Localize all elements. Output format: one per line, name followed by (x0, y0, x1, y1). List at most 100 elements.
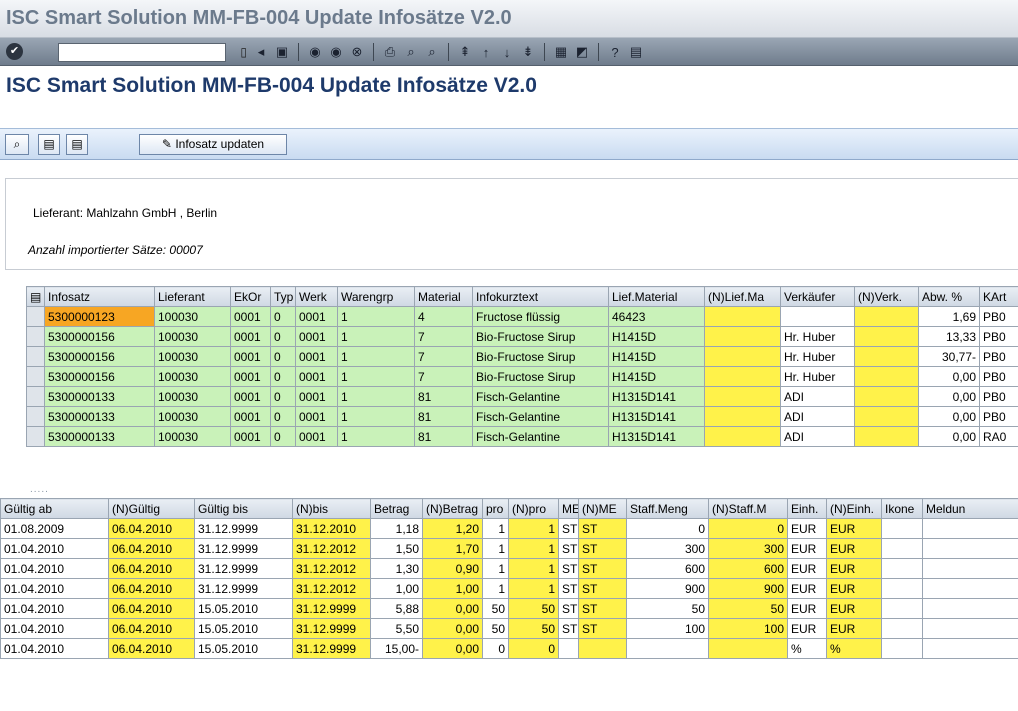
table-row[interactable]: 5300000156 100030 0001 0 0001 1 7 Bio-Fr… (26, 366, 1018, 387)
table-cell[interactable]: 1 (482, 558, 509, 579)
table-cell[interactable]: 13,33 (918, 326, 980, 347)
column-header[interactable]: (N)Lief.Ma (704, 286, 781, 307)
table-cell[interactable]: % (826, 638, 882, 659)
table-cell[interactable] (854, 406, 919, 427)
column-header[interactable]: Warengrp (337, 286, 415, 307)
table-cell[interactable]: 50 (626, 598, 709, 619)
table-cell[interactable]: 1 (337, 426, 415, 447)
table-cell[interactable]: 1,20 (422, 518, 483, 539)
table-cell[interactable]: 0001 (230, 366, 271, 387)
table-cell[interactable]: 01.04.2010 (0, 618, 109, 639)
table-cell[interactable] (708, 638, 788, 659)
table-cell[interactable]: 06.04.2010 (108, 558, 195, 579)
column-header[interactable]: (N)Staff.M (708, 498, 788, 519)
table-cell[interactable] (704, 306, 781, 327)
table-cell[interactable]: EUR (787, 538, 827, 559)
table-cell[interactable] (922, 638, 1018, 659)
table-cell[interactable]: 31.12.9999 (292, 618, 371, 639)
previous-page-icon[interactable]: ↑ (477, 43, 495, 61)
table-cell[interactable]: 5300000133 (44, 406, 155, 427)
table-row[interactable]: 5300000133 100030 0001 0 0001 1 81 Fisch… (26, 406, 1018, 427)
table-cell[interactable] (881, 538, 923, 559)
table-cell[interactable]: Hr. Huber (780, 366, 855, 387)
table-cell[interactable]: 5300000156 (44, 346, 155, 367)
find-next-icon[interactable]: ⌕ (423, 43, 441, 61)
table-cell[interactable]: ST (578, 518, 627, 539)
table-cell[interactable]: 1 (482, 518, 509, 539)
table-cell[interactable]: 0,00 (422, 638, 483, 659)
row-selector[interactable] (26, 326, 45, 347)
table-cell[interactable]: 100030 (154, 386, 231, 407)
table-cell[interactable]: 01.04.2010 (0, 538, 109, 559)
table-cell[interactable]: 900 (708, 578, 788, 599)
table-cell[interactable]: Bio-Fructose Sirup (472, 366, 609, 387)
column-header[interactable]: (N)Gültig (108, 498, 195, 519)
layout-menu-icon[interactable]: ▤ (627, 43, 645, 61)
table-cell[interactable]: 0001 (295, 406, 338, 427)
table-cell[interactable]: 100030 (154, 326, 231, 347)
shortcut-icon[interactable]: ◩ (573, 43, 591, 61)
table-cell[interactable]: 15.05.2010 (194, 638, 293, 659)
table-cell[interactable]: 0001 (295, 326, 338, 347)
table-cell[interactable]: Fructose flüssig (472, 306, 609, 327)
table-cell[interactable]: 0,00 (422, 598, 483, 619)
next-page-icon[interactable]: ↓ (498, 43, 516, 61)
table-cell[interactable] (704, 346, 781, 367)
table-cell[interactable]: 01.04.2010 (0, 638, 109, 659)
table-cell[interactable]: 31.12.9999 (292, 598, 371, 619)
table-cell[interactable]: 1 (508, 518, 559, 539)
table-cell[interactable]: 0001 (230, 426, 271, 447)
table-cell[interactable] (578, 638, 627, 659)
column-header[interactable]: Werk (295, 286, 338, 307)
column-header[interactable]: Material (414, 286, 473, 307)
update-infosatz-button[interactable]: ✎ Infosatz updaten (139, 134, 287, 155)
column-header[interactable]: EkOr (230, 286, 271, 307)
table-cell[interactable]: 0 (270, 386, 296, 407)
table-cell[interactable]: 01.04.2010 (0, 558, 109, 579)
table-cell[interactable]: PB0 (979, 326, 1018, 347)
table-cell[interactable]: 31.12.2012 (292, 558, 371, 579)
table-cell[interactable]: 0001 (295, 346, 338, 367)
table-cell[interactable]: 300 (708, 538, 788, 559)
table-cell[interactable]: 06.04.2010 (108, 538, 195, 559)
table-cell[interactable] (922, 618, 1018, 639)
table-cell[interactable]: H1415D (608, 326, 705, 347)
table-cell[interactable] (854, 386, 919, 407)
table-cell[interactable]: 31.12.9999 (194, 518, 293, 539)
column-header[interactable]: Lief.Material (608, 286, 705, 307)
print-icon[interactable]: ⎙ (381, 43, 399, 61)
table-cell[interactable]: 0 (270, 326, 296, 347)
table-cell[interactable]: 06.04.2010 (108, 518, 195, 539)
table-cell[interactable]: 1,00 (422, 578, 483, 599)
table-row[interactable]: 01.04.2010 06.04.2010 15.05.2010 31.12.9999… (0, 618, 1018, 639)
table-cell[interactable]: 0 (708, 518, 788, 539)
table-cell[interactable]: 0,00 (918, 406, 980, 427)
table-cell[interactable]: H1315D141 (608, 426, 705, 447)
last-page-icon[interactable]: ⇟ (519, 43, 537, 61)
table-cell[interactable]: 0,00 (918, 386, 980, 407)
table-cell[interactable]: 15.05.2010 (194, 598, 293, 619)
table-cell[interactable] (854, 426, 919, 447)
table-cell[interactable]: 1 (508, 538, 559, 559)
cancel-icon[interactable]: ⊗ (348, 43, 366, 61)
table-cell[interactable]: 30,77- (918, 346, 980, 367)
table-cell[interactable]: 100030 (154, 346, 231, 367)
table-cell[interactable]: ADI (780, 426, 855, 447)
table-cell[interactable]: 0001 (230, 386, 271, 407)
table-cell[interactable] (922, 598, 1018, 619)
table-cell[interactable]: ST (578, 578, 627, 599)
table-cell[interactable]: 46423 (608, 306, 705, 327)
new-session-icon[interactable]: ▦ (552, 43, 570, 61)
column-header[interactable]: (N)Einh. (826, 498, 882, 519)
table-row[interactable]: 5300000133 100030 0001 0 0001 1 81 Fisch… (26, 386, 1018, 407)
table-cell[interactable]: 15.05.2010 (194, 618, 293, 639)
table-cell[interactable]: H1315D141 (608, 386, 705, 407)
table-cell[interactable]: ST (558, 558, 579, 579)
table-cell[interactable]: 0,00 (918, 426, 980, 447)
column-header[interactable]: (N)Betrag (422, 498, 483, 519)
back-icon[interactable]: ◉ (306, 43, 324, 61)
table-cell[interactable] (854, 366, 919, 387)
table-cell[interactable]: EUR (826, 578, 882, 599)
table-cell[interactable]: 100030 (154, 426, 231, 447)
table-cell[interactable]: 1,50 (370, 538, 423, 559)
